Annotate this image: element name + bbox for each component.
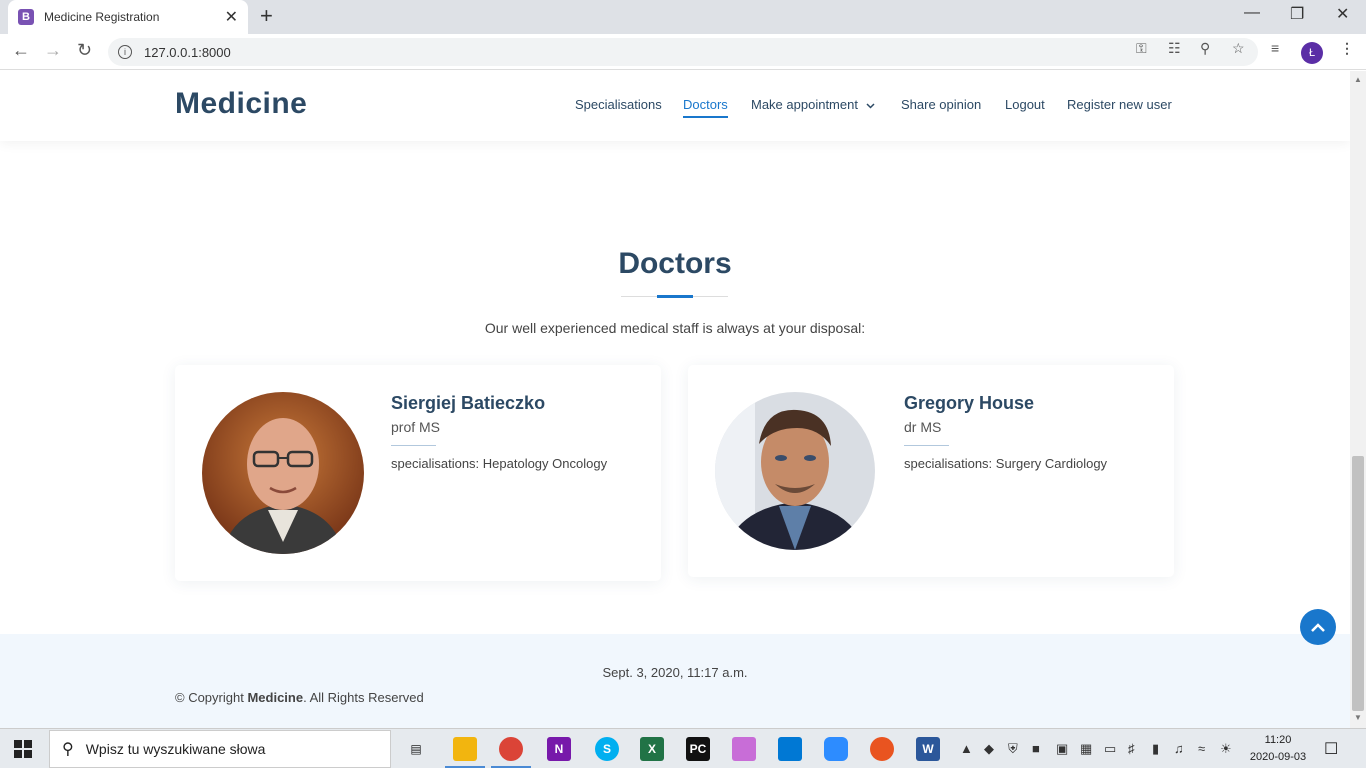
taskbar-search-box[interactable]: ⚲ Wpisz tu wyszukiwane słowa (49, 730, 391, 768)
doctor-name: Siergiej Batieczko (391, 393, 546, 413)
browser-tab-bar: B Medicine Registration ✕ + — ❐ ✕ (0, 0, 1366, 34)
ubuntu-icon[interactable] (870, 737, 894, 761)
tray-onenote-icon[interactable]: ■ (1032, 741, 1040, 756)
wifi-icon[interactable]: ≈ (1198, 741, 1205, 756)
minimize-icon[interactable]: — (1244, 4, 1260, 22)
translate-icon[interactable]: ☷ (1168, 40, 1181, 57)
word-icon[interactable]: W (916, 737, 940, 761)
battery-icon[interactable]: ▮ (1152, 741, 1159, 757)
close-tab-icon[interactable]: ✕ (225, 7, 238, 27)
zoom-app-icon[interactable] (824, 737, 848, 761)
tray-shield-icon[interactable]: ⛨ (1008, 741, 1018, 757)
nav-make-appointment-label: Make appointment (751, 97, 858, 112)
doctor-specialisations: specialisations: Surgery Cardiology (904, 456, 1108, 471)
doctor-photo (202, 392, 364, 554)
pycharm-icon[interactable]: PC (686, 737, 710, 761)
volume-icon[interactable]: ♫ (1174, 741, 1184, 756)
windows-taskbar: ⚲ Wpisz tu wyszukiwane słowa ▤ N S X PC … (0, 728, 1366, 768)
clock-date: 2020-09-03 (1249, 751, 1307, 763)
chevron-up-icon (1311, 622, 1325, 632)
forward-arrow-icon[interactable]: → (44, 40, 62, 61)
vscode-icon[interactable] (778, 737, 802, 761)
title-accent-bar (657, 295, 693, 298)
site-logo[interactable]: Medicine (175, 87, 307, 121)
back-arrow-icon[interactable]: ← (12, 40, 30, 61)
nav-make-appointment[interactable]: Make appointment (751, 97, 875, 112)
tray-app-icon[interactable]: ▣ (1056, 741, 1068, 757)
search-icon: ⚲ (62, 741, 74, 758)
page-viewport: Medicine Specialisations Doctors Make ap… (0, 71, 1350, 728)
task-view-icon[interactable]: ▤ (404, 737, 428, 761)
bootstrap-favicon-icon: B (18, 9, 34, 25)
reload-icon[interactable]: ↻ (77, 40, 92, 61)
file-explorer-icon[interactable] (453, 737, 477, 761)
scrollbar-thumb[interactable] (1352, 456, 1364, 711)
skype-icon[interactable]: S (595, 737, 619, 761)
doctor-title: prof MS (391, 419, 441, 435)
taskbar-search-placeholder: Wpisz tu wyszukiwane słowa (85, 741, 266, 757)
bluetooth-icon[interactable]: ♯ (1128, 741, 1135, 756)
site-footer: Sept. 3, 2020, 11:17 a.m. © Copyright Me… (0, 634, 1350, 728)
doctor-card: Gregory House dr MS specialisations: Sur… (688, 365, 1174, 577)
menu-kebab-icon[interactable]: ⋮ (1340, 40, 1354, 57)
nav-register-new-user[interactable]: Register new user (1067, 97, 1172, 112)
doctor-divider (391, 445, 436, 446)
doctor-card: Siergiej Batieczko prof MS specialisatio… (175, 365, 661, 581)
tray-app-icon[interactable]: ☀ (1220, 741, 1232, 757)
page-scrollbar[interactable]: ▲ ▼ (1350, 71, 1366, 728)
new-tab-button[interactable]: + (260, 5, 273, 27)
site-header: Medicine Specialisations Doctors Make ap… (0, 71, 1350, 141)
footer-copyright: © Copyright Medicine. All Rights Reserve… (175, 690, 424, 705)
tray-monitor-icon[interactable]: ▭ (1104, 741, 1116, 757)
restore-icon[interactable]: ❐ (1290, 4, 1304, 24)
section-title: Doctors (618, 247, 732, 280)
window-close-icon[interactable]: ✕ (1336, 4, 1349, 24)
copyright-suffix: . All Rights Reserved (303, 690, 424, 705)
clock-time: 11:20 (1264, 734, 1292, 746)
doctor-name: Gregory House (904, 393, 1035, 413)
tray-app-icon[interactable]: ◆ (984, 741, 994, 757)
browser-toolbar: ← → ↻ i 127.0.0.1:8000 ⚿ ☷ ⚲ ☆ ≡ Ł ⋮ (0, 34, 1366, 70)
copyright-prefix: © Copyright (175, 690, 248, 705)
tray-app-icon[interactable]: ▲ (960, 741, 973, 756)
address-bar[interactable]: i 127.0.0.1:8000 (108, 38, 1258, 66)
doctor-photo (715, 392, 875, 550)
tab-title: Medicine Registration (44, 10, 160, 24)
media-queue-icon[interactable]: ≡ (1271, 40, 1279, 56)
url-text: 127.0.0.1:8000 (144, 44, 231, 60)
taskbar-clock[interactable]: 11:20 2020-09-03 (1238, 732, 1318, 766)
profile-avatar[interactable]: Ł (1301, 42, 1323, 64)
doctor-title: dr MS (904, 419, 942, 435)
windows-start-icon[interactable] (14, 740, 32, 758)
back-to-top-button[interactable] (1300, 609, 1336, 645)
scroll-down-arrow-icon[interactable]: ▼ (1354, 713, 1362, 722)
chrome-icon[interactable] (499, 737, 523, 761)
bookmark-star-icon[interactable]: ☆ (1232, 40, 1245, 57)
paint-3d-icon[interactable] (732, 737, 756, 761)
footer-date: Sept. 3, 2020, 11:17 a.m. (602, 665, 748, 680)
doctor-divider (904, 445, 949, 446)
zoom-icon[interactable]: ⚲ (1200, 40, 1210, 57)
onenote-icon[interactable]: N (547, 737, 571, 761)
key-icon[interactable]: ⚿ (1136, 40, 1147, 57)
browser-tab[interactable]: B Medicine Registration ✕ (8, 0, 248, 34)
nav-doctors[interactable]: Doctors (683, 97, 728, 118)
doctor-specialisations: specialisations: Hepatology Oncology (391, 456, 608, 471)
site-info-icon[interactable]: i (118, 45, 132, 59)
excel-icon[interactable]: X (640, 737, 664, 761)
notifications-icon[interactable]: ☐ (1324, 739, 1338, 759)
scroll-up-arrow-icon[interactable]: ▲ (1354, 75, 1362, 84)
section-subtitle: Our well experienced medical staff is al… (484, 320, 866, 336)
copyright-brand: Medicine (247, 690, 304, 705)
nav-share-opinion[interactable]: Share opinion (901, 97, 981, 112)
nav-specialisations[interactable]: Specialisations (575, 97, 662, 112)
tray-app-icon[interactable]: ▦ (1080, 741, 1092, 757)
chevron-down-icon (866, 103, 875, 109)
nav-logout[interactable]: Logout (1005, 97, 1045, 112)
